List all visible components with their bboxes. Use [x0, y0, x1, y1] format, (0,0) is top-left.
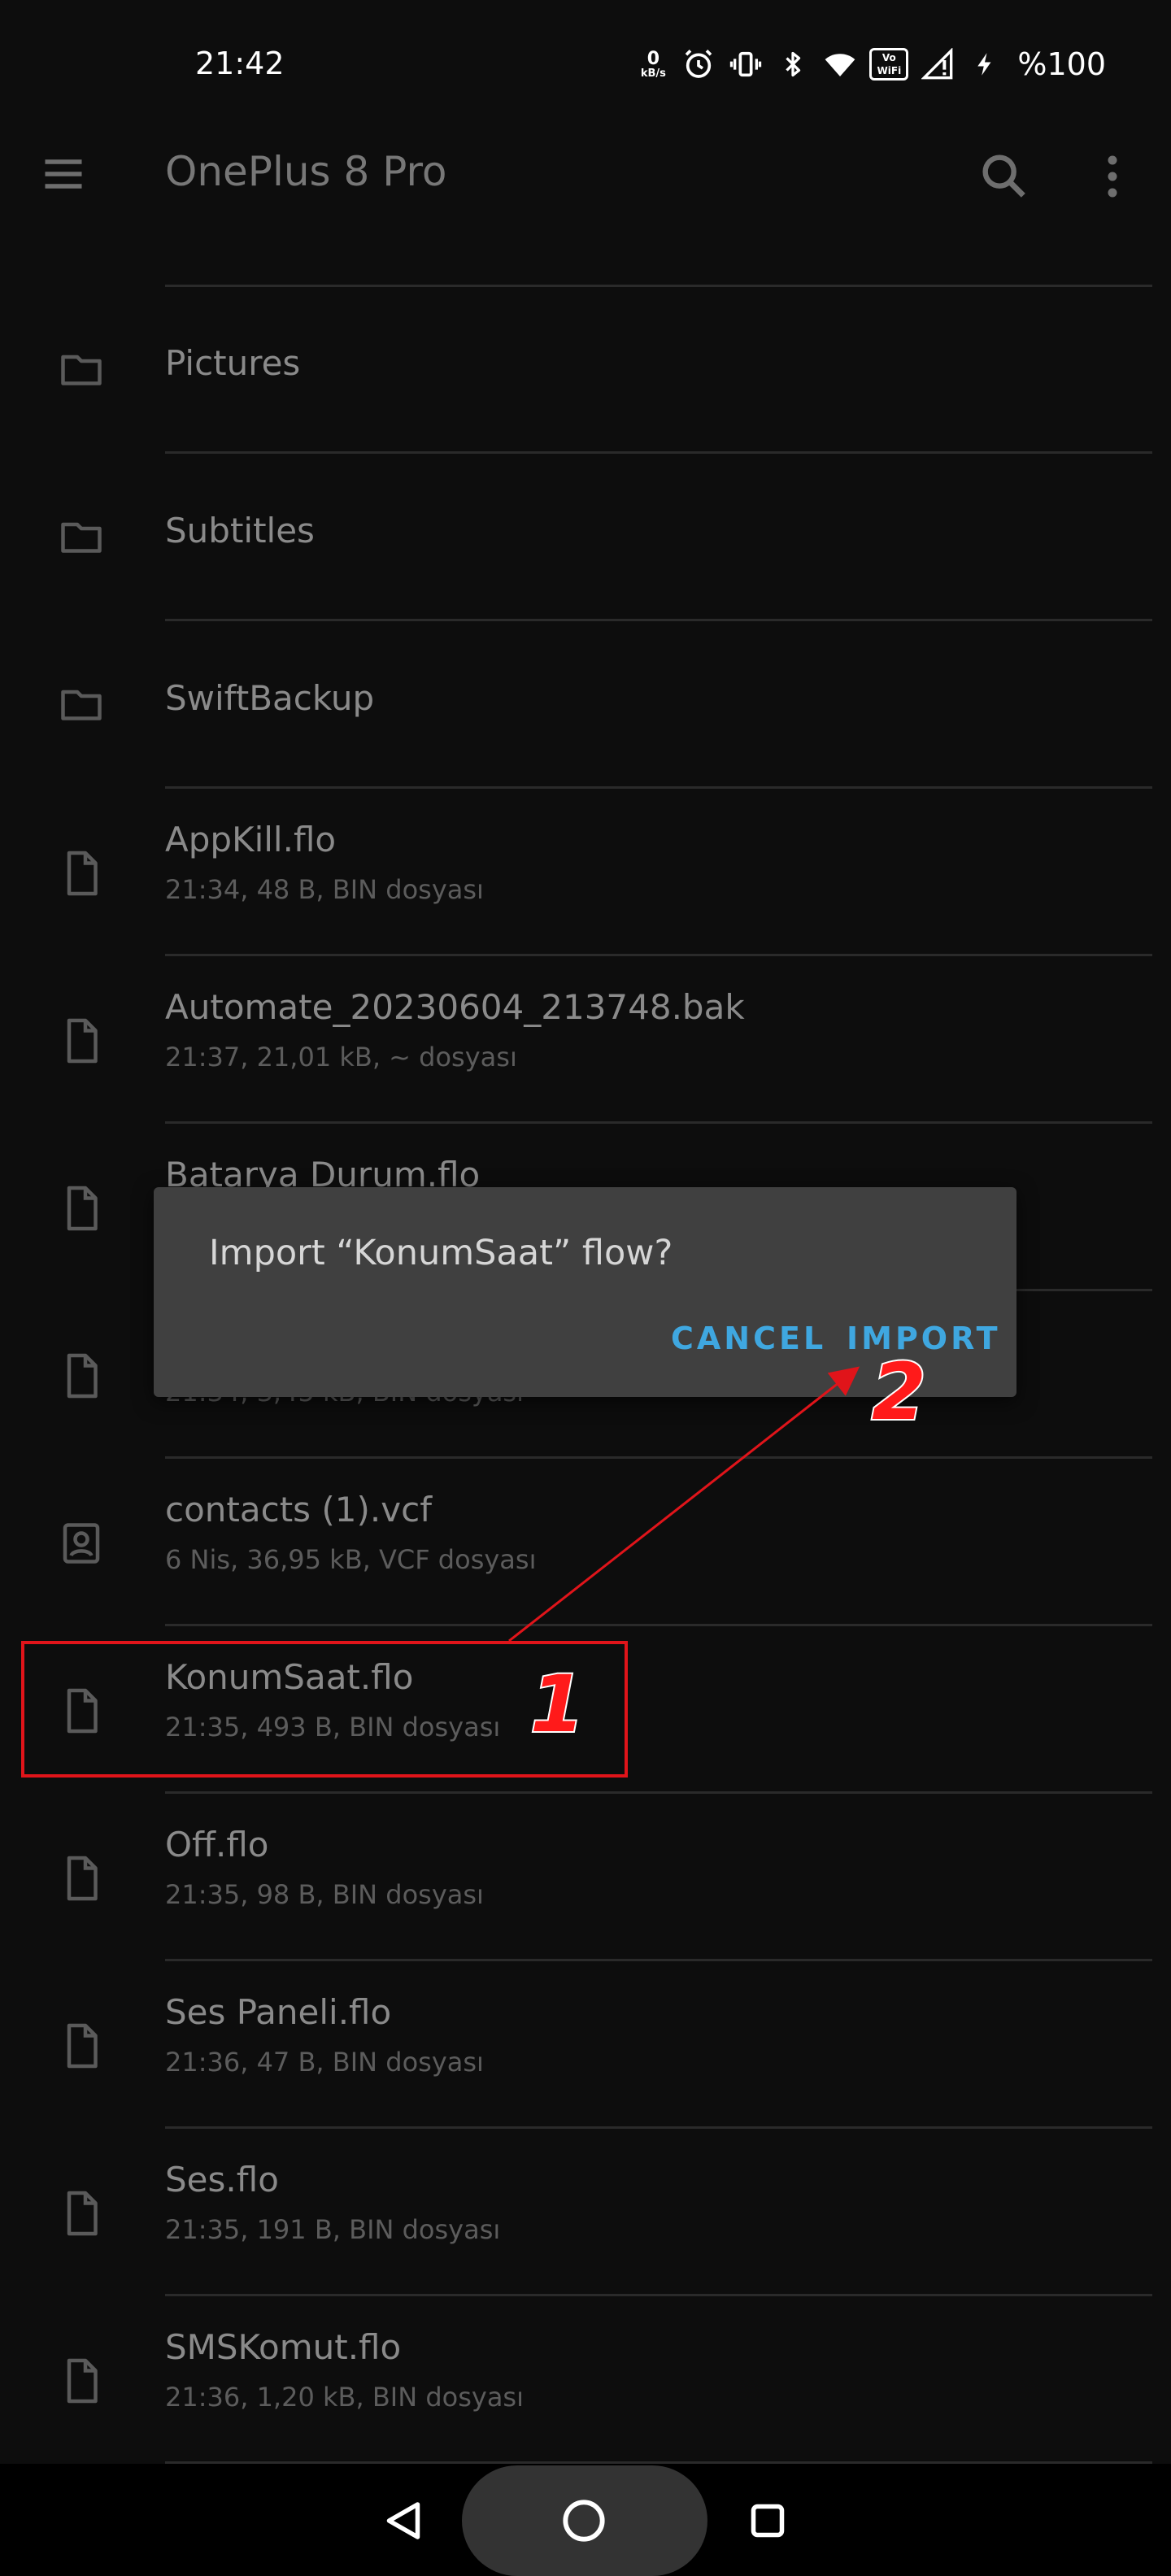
vibrate-icon — [728, 46, 764, 82]
file-row[interactable]: SMSKomut.flo 21:36, 1,20 kB, BIN dosyası — [0, 2296, 1171, 2464]
app-bar: OnePlus 8 Pro — [0, 130, 1171, 220]
item-name: contacts (1).vcf — [165, 1490, 432, 1530]
item-name: Pictures — [165, 343, 301, 383]
item-name: Subtitles — [165, 511, 315, 550]
alarm-icon — [681, 46, 716, 82]
item-name: Off.flo — [165, 1825, 269, 1865]
file-row[interactable]: Ses.flo 21:35, 191 B, BIN dosyası — [0, 2129, 1171, 2296]
folder-row[interactable]: SwiftBackup — [0, 621, 1171, 789]
navigation-bar — [0, 2464, 1171, 2576]
wifi-icon — [822, 46, 858, 82]
folder-icon — [57, 512, 106, 561]
file-row[interactable]: Off.flo 21:35, 98 B, BIN dosyası — [0, 1794, 1171, 1961]
vowifi-line1: Vo — [882, 52, 896, 63]
folder-icon — [57, 680, 106, 729]
contact-card-icon — [57, 1519, 106, 1568]
net-speed-value: 0 — [646, 48, 660, 69]
file-icon — [57, 1016, 106, 1065]
search-icon[interactable] — [976, 148, 1033, 205]
file-icon — [57, 2189, 106, 2238]
file-row[interactable]: Ses Paneli.flo 21:36, 47 B, BIN dosyası — [0, 1961, 1171, 2129]
folder-row[interactable]: Pictures — [0, 286, 1171, 454]
net-speed-unit: kB/s — [640, 67, 666, 80]
status-bar: 21:42 0 kB/s Vo WiFi %100 — [0, 0, 1171, 130]
vowifi-line2: WiFi — [877, 65, 902, 76]
back-icon[interactable] — [379, 2496, 428, 2545]
recents-icon[interactable] — [743, 2496, 792, 2545]
item-meta: 21:36, 47 B, BIN dosyası — [165, 2047, 484, 2078]
vowifi-icon: Vo WiFi — [869, 48, 909, 80]
hamburger-menu-icon[interactable] — [39, 150, 88, 198]
folder-icon — [57, 345, 106, 394]
item-name: SMSKomut.flo — [165, 2327, 402, 2367]
bluetooth-icon — [775, 46, 811, 82]
item-name: Automate_20230604_213748.bak — [165, 987, 745, 1027]
item-meta: 21:34, 48 B, BIN dosyası — [165, 874, 484, 905]
file-row[interactable]: Automate_20230604_213748.bak 21:37, 21,01… — [0, 956, 1171, 1124]
cancel-button[interactable]: CANCEL — [671, 1321, 826, 1356]
charging-icon — [967, 46, 1003, 82]
status-icons: 0 kB/s Vo WiFi %100 — [637, 44, 1106, 85]
item-name: Ses.flo — [165, 2160, 279, 2200]
file-icon — [57, 2021, 106, 2070]
file-icon — [57, 2356, 106, 2405]
item-meta: 6 Nis, 36,95 kB, VCF dosyası — [165, 1544, 537, 1575]
page-title: OnePlus 8 Pro — [165, 148, 447, 195]
more-vert-icon[interactable] — [1088, 148, 1137, 205]
item-name: SwiftBackup — [165, 678, 375, 718]
item-meta: 21:35, 98 B, BIN dosyası — [165, 1879, 484, 1910]
item-name: AppKill.flo — [165, 820, 337, 859]
file-row[interactable]: contacts (1).vcf 6 Nis, 36,95 kB, VCF dos… — [0, 1459, 1171, 1626]
file-icon — [57, 1351, 106, 1400]
home-icon[interactable] — [558, 2495, 610, 2547]
item-name: Ses Paneli.flo — [165, 1992, 392, 2032]
file-icon — [57, 849, 106, 898]
step-1-label: 1 — [529, 1657, 586, 1751]
dialog-message: Import “KonumSaat” flow? — [209, 1233, 673, 1273]
signal-icon — [920, 46, 956, 82]
folder-row[interactable]: Subtitles — [0, 454, 1171, 621]
file-icon — [57, 1854, 106, 1903]
step-2-label: 2 — [870, 1345, 928, 1439]
item-meta: 21:36, 1,20 kB, BIN dosyası — [165, 2382, 524, 2413]
item-meta: 21:37, 21,01 kB, ~ dosyası — [165, 1042, 517, 1073]
file-row[interactable]: AppKill.flo 21:34, 48 B, BIN dosyası — [0, 789, 1171, 956]
battery-level: %100 — [1017, 46, 1106, 82]
item-meta: 21:35, 191 B, BIN dosyası — [165, 2214, 501, 2245]
file-icon — [57, 1184, 106, 1233]
net-speed: 0 kB/s — [637, 50, 669, 79]
status-time: 21:42 — [195, 46, 285, 81]
